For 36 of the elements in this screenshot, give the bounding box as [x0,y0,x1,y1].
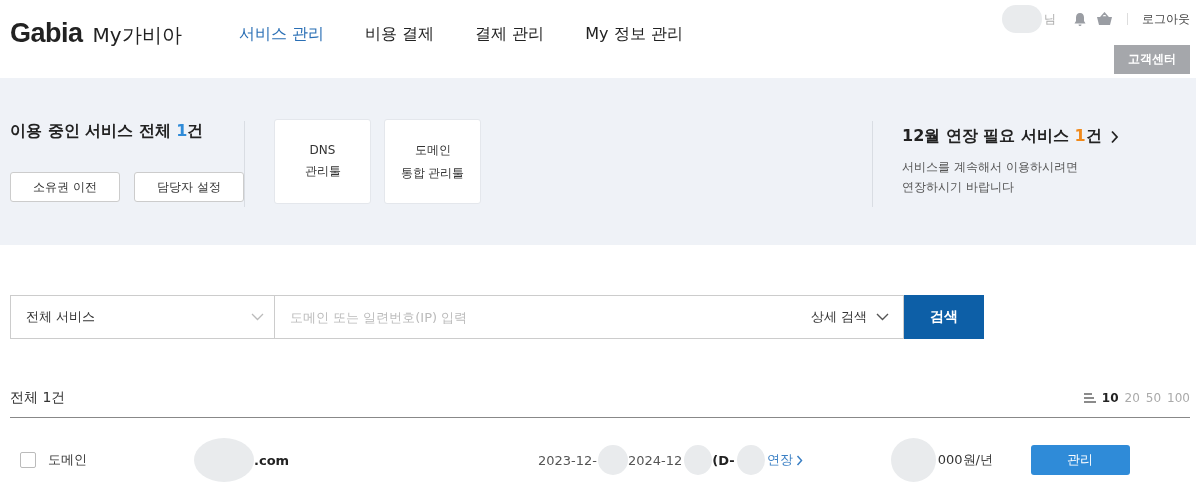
nav-tab[interactable]: 비용 결제 [365,24,435,45]
chevron-down-icon [876,313,889,321]
chevron-right-icon[interactable] [1109,129,1119,144]
domain-name[interactable]: .com [254,452,538,468]
detail-search-toggle[interactable]: 상세 검색 [795,295,904,339]
service-select[interactable]: 전체 서비스 [10,295,275,339]
service-count-title: 이용 중인 서비스 전체 1건 [10,121,205,142]
price: 000원/년 [937,451,993,469]
basket-icon[interactable] [1096,12,1113,26]
chevron-down-icon [251,313,264,321]
tool-card[interactable]: 도메인 통합 관리툴 [384,119,481,204]
search-field[interactable]: 도메인 또는 일련번호(IP) 입력 [275,295,795,339]
user-suffix: 님 [1044,10,1056,28]
bell-icon[interactable] [1073,11,1087,27]
start-date: 2023-12- [538,452,597,468]
site-title: My가비아 [92,22,182,49]
action-button[interactable]: 담당자 설정 [134,172,244,202]
renewal-description: 서비스를 계속해서 이용하시려면 연장하시기 바랍니다 [902,159,1079,196]
logout-link[interactable]: 로그아웃 [1142,10,1190,28]
nav-tab[interactable]: 결제 관리 [475,24,545,45]
tool-card[interactable]: DNS 관리툴 [274,119,371,204]
service-type: 도메인 [48,451,88,469]
end-date: 2024-12 [628,452,683,468]
logo[interactable]: Gabia [10,18,83,49]
nav-tab[interactable]: 서비스 관리 [239,24,325,45]
list-icon [1083,393,1096,403]
search-button[interactable]: 검색 [904,295,984,339]
manage-button[interactable]: 관리 [1030,445,1130,475]
renew-link[interactable]: 연장 [766,451,793,469]
page-size-option[interactable]: 10 [1101,391,1119,405]
total-count: 전체 1건 [10,389,66,407]
action-button[interactable]: 소유권 이전 [10,172,120,202]
row-checkbox[interactable] [20,452,36,468]
days-left: (D- [712,452,735,468]
nav-tab[interactable]: My 정보 관리 [585,24,683,45]
renewal-title[interactable]: 12월 연장 필요 서비스 1건 [902,126,1102,147]
